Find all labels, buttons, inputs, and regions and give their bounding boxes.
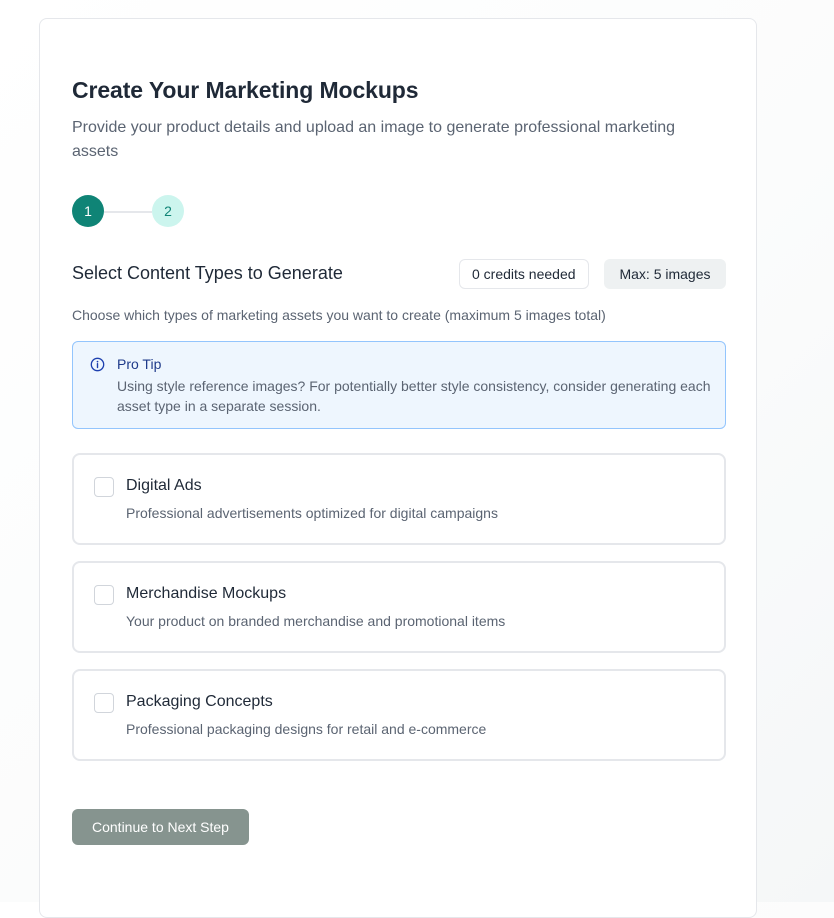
option-description: Professional advertisements optimized fo…: [126, 505, 498, 521]
pro-tip-text: Using style reference images? For potent…: [117, 378, 711, 414]
page-title: Create Your Marketing Mockups: [72, 77, 419, 103]
packaging-concepts-checkbox[interactable]: [94, 693, 114, 713]
step-2-indicator: 2: [152, 195, 184, 227]
pro-tip-alert: Pro Tip Using style reference images? Fo…: [72, 341, 726, 429]
section-description: Choose which types of marketing assets y…: [72, 307, 606, 323]
mockup-form-card: Create Your Marketing Mockups Provide yo…: [39, 18, 757, 918]
max-images-badge: Max: 5 images: [604, 259, 726, 289]
step-1-indicator: 1: [72, 195, 104, 227]
pro-tip-title: Pro Tip: [117, 356, 162, 372]
info-icon: [90, 357, 105, 372]
option-digital-ads[interactable]: Digital Ads Professional advertisements …: [72, 453, 726, 545]
step-connector: [104, 211, 152, 213]
credits-needed-badge: 0 credits needed: [459, 259, 589, 289]
option-description: Professional packaging designs for retai…: [126, 721, 487, 737]
continue-button[interactable]: Continue to Next Step: [72, 809, 249, 845]
option-merchandise-mockups[interactable]: Merchandise Mockups Your product on bran…: [72, 561, 726, 653]
option-description: Your product on branded merchandise and …: [126, 613, 506, 629]
step-indicator: 1 2: [72, 195, 188, 229]
option-label: Digital Ads: [126, 477, 202, 494]
option-packaging-concepts[interactable]: Packaging Concepts Professional packagin…: [72, 669, 726, 761]
merchandise-mockups-checkbox[interactable]: [94, 585, 114, 605]
option-label: Packaging Concepts: [126, 693, 273, 710]
digital-ads-checkbox[interactable]: [94, 477, 114, 497]
option-label: Merchandise Mockups: [126, 585, 287, 602]
section-title: Select Content Types to Generate: [72, 263, 343, 283]
page-subtitle: Provide your product details and upload …: [72, 119, 676, 160]
